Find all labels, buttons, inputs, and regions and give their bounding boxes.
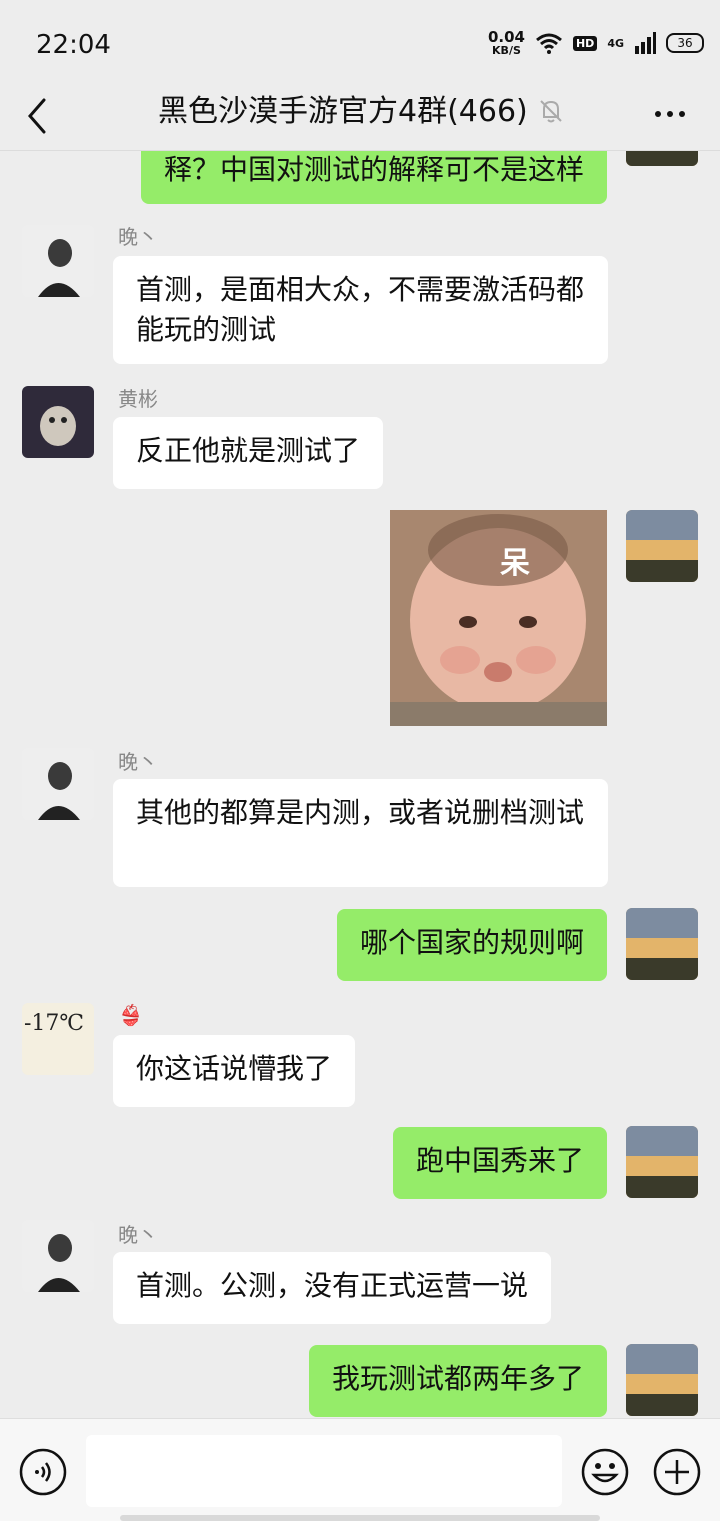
home-indicator [120, 1515, 600, 1521]
net-speed-value: 0.04 [487, 27, 525, 46]
wifi-icon [536, 33, 562, 54]
message-bubble[interactable]: 首测。公测，没有正式运营一说 [113, 1252, 552, 1324]
user-avatar[interactable] [22, 386, 94, 458]
more-icon[interactable] [650, 94, 690, 134]
chat-header: 黑色沙漠手游官方4群(466) [0, 84, 720, 151]
mute-bell-icon [540, 100, 562, 123]
message-text: 哪个国家的规则啊 [359, 926, 584, 959]
net-speed-unit: KB/S [492, 43, 521, 57]
message-bubble[interactable]: 你这话说懵我了 [113, 1035, 356, 1107]
message-text: 其他的都算是内测，或者说删档测试 [136, 796, 585, 829]
message-bubble[interactable]: 其他的都算是内测，或者说删档测试 [113, 779, 608, 887]
self-avatar[interactable] [626, 908, 698, 980]
sender-name: 晚丶 [118, 750, 158, 774]
message-text: 首测，是面相大众，不需要激活码都能玩的测试 [136, 273, 585, 346]
status-icons: 0.04 KB/S HD 4G 36 [488, 28, 704, 58]
user-avatar[interactable] [22, 225, 94, 297]
emoji-icon[interactable] [580, 1447, 630, 1497]
message-incoming: 晚丶 首测，是面相大众，不需要激活码都能玩的测试 [0, 224, 720, 369]
message-outgoing: 跑中国秀来了 [0, 1126, 720, 1206]
sticker-text: 呆 [500, 546, 530, 581]
user-avatar[interactable]: -17℃ [22, 1003, 94, 1075]
message-bubble[interactable]: 我玩测试都两年多了 [308, 1345, 607, 1417]
message-text: 反正他就是测试了 [136, 434, 361, 467]
message-text: 释？中国对测试的解释可不是这样 [163, 153, 584, 186]
sender-name: 晚丶 [118, 1223, 158, 1247]
avatar-text: -17℃ [24, 1011, 85, 1036]
sender-name: 晚丶 [118, 225, 158, 249]
message-incoming: 晚丶 其他的都算是内测，或者说删档测试 [0, 746, 720, 891]
message-outgoing: 呆 [0, 510, 720, 730]
chat-title: 黑色沙漠手游官方4群(466) [158, 94, 528, 129]
message-outgoing: 哪个国家的规则啊 [0, 908, 720, 988]
message-incoming: 黄彬 反正他就是测试了 [0, 384, 720, 494]
sender-name: 👙 [118, 1003, 143, 1027]
message-input[interactable] [86, 1435, 562, 1507]
status-bar: 22:04 0.04 KB/S HD 4G 36 [0, 0, 720, 84]
chat-list[interactable]: 释？中国对测试的解释可不是这样 晚丶 首测，是面相大众，不需要激活码都能玩的测试 [0, 84, 720, 1418]
input-bar [0, 1418, 720, 1521]
message-bubble[interactable]: 首测，是面相大众，不需要激活码都能玩的测试 [113, 256, 608, 364]
message-bubble[interactable]: 哪个国家的规则啊 [336, 909, 607, 981]
signal-icon [635, 32, 656, 54]
battery-icon: 36 [666, 33, 704, 53]
net-speed: 0.04 KB/S [487, 27, 525, 57]
sender-name: 黄彬 [118, 387, 158, 411]
message-incoming: 晚丶 首测。公测，没有正式运营一说 [0, 1220, 720, 1330]
message-bubble[interactable]: 反正他就是测试了 [113, 417, 384, 489]
message-incoming: -17℃ 👙 你这话说懵我了 [0, 1002, 720, 1112]
user-avatar[interactable] [22, 1220, 94, 1292]
hd-icon: HD [572, 35, 598, 51]
message-text: 我玩测试都两年多了 [331, 1362, 584, 1395]
self-avatar[interactable] [626, 1344, 698, 1416]
clock: 22:04 [36, 30, 111, 60]
network-type: 4G [607, 36, 624, 50]
sticker-image[interactable]: 呆 [390, 510, 607, 726]
back-icon[interactable] [22, 92, 62, 140]
message-text: 你这话说懵我了 [136, 1052, 333, 1085]
plus-icon[interactable] [652, 1447, 702, 1497]
self-avatar[interactable] [626, 1126, 698, 1198]
voice-icon[interactable] [18, 1447, 68, 1497]
message-text: 跑中国秀来了 [415, 1144, 584, 1177]
message-outgoing: 我玩测试都两年多了 [0, 1344, 720, 1418]
self-avatar[interactable] [626, 510, 698, 582]
message-text: 首测。公测，没有正式运营一说 [136, 1269, 529, 1302]
user-avatar[interactable] [22, 748, 94, 820]
message-bubble[interactable]: 跑中国秀来了 [392, 1127, 607, 1199]
